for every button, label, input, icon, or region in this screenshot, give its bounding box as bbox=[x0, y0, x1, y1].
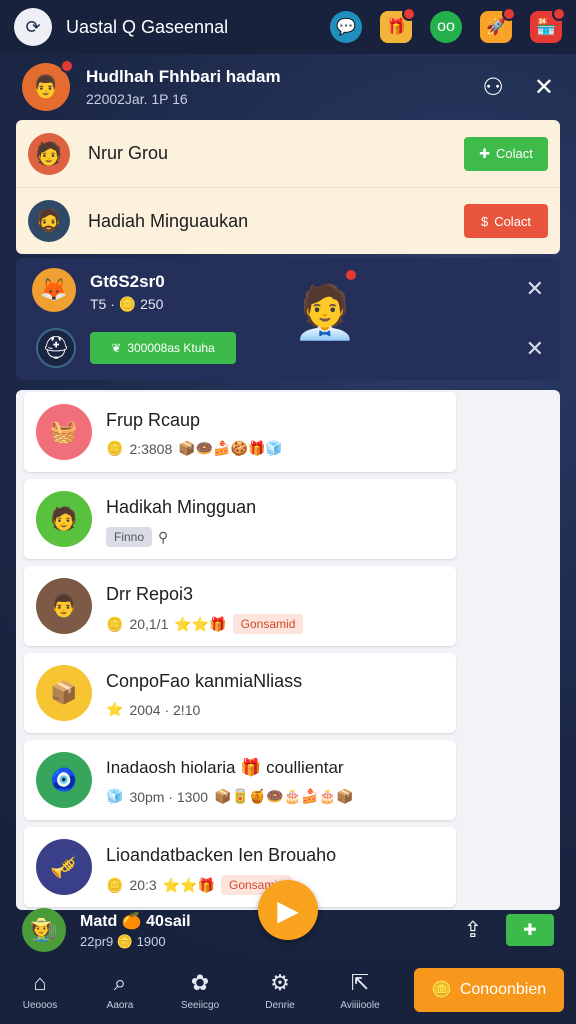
add-friend-button[interactable]: ✚ bbox=[506, 914, 554, 946]
home-icon: ⌂ bbox=[33, 969, 47, 995]
list-avatar: 🧿 bbox=[36, 752, 92, 808]
profile-header: 👨 Hudlhah Fhhbari hadam 22002Jar. 1P 16 … bbox=[0, 56, 576, 118]
list-avatar: 🎺 bbox=[36, 839, 92, 895]
list-avatar: 🧑 bbox=[36, 491, 92, 547]
group-row[interactable]: 🧑 Nrur Grou ✚ Colact bbox=[16, 120, 560, 187]
close-icon[interactable]: ✕ bbox=[526, 336, 544, 362]
profile-sub: 22002Jar. 1P 16 bbox=[86, 91, 188, 107]
weekly-label: Hadiah Minguaukan bbox=[88, 210, 249, 231]
list-item-title: Hadikah Mingguan bbox=[106, 497, 257, 517]
coin-icon: 🪙 bbox=[431, 982, 452, 999]
chat-icon: ✿ bbox=[190, 969, 210, 995]
rocket-icon[interactable]: 🚀 bbox=[480, 7, 516, 43]
gear-icon: ⚙ bbox=[270, 969, 290, 995]
plant-icon: ✚ bbox=[479, 145, 491, 161]
gift-icon[interactable]: 🎁 bbox=[380, 7, 416, 43]
collect-button[interactable]: ✚ Colact bbox=[464, 136, 548, 171]
export-icon: ⇱ bbox=[350, 969, 370, 995]
list-item[interactable]: 🧑 Hadikah Mingguan Finno ⚲ bbox=[24, 479, 456, 559]
notification-sub: T5 · 🪙 250 bbox=[90, 296, 164, 312]
helmet-icon: ⛑ bbox=[36, 328, 76, 368]
close-icon[interactable]: ✕ bbox=[534, 73, 554, 102]
list-item-sub: Finno ⚲ bbox=[106, 527, 168, 547]
nav-activity[interactable]: ⇱ Aviiiioole bbox=[320, 970, 400, 1011]
app-title: Uastal Q Gaseennal bbox=[66, 16, 229, 37]
list-item-title: Frup Rcaup bbox=[106, 410, 201, 430]
rewards-list: 🧺 Frup Rcaup 🪙 2:3808 📦🍩🍰🍪🎁🧊 🧑 Hadikah M… bbox=[16, 390, 560, 910]
list-avatar: 👨 bbox=[36, 578, 92, 634]
list-item-sub: 🪙 20,1/1 ⭐⭐🎁 Gonsamid bbox=[106, 614, 304, 634]
list-item-sub: 🪙 2:3808 📦🍩🍰🍪🎁🧊 bbox=[106, 440, 283, 457]
character-avatar: 🧑‍💼 bbox=[292, 268, 358, 352]
bottom-nav: ⌂ Ueooos ⌕ Aaora ✿ Seeiicgo ⚙ Denrie ⇱ Aviiii… bbox=[0, 956, 576, 1024]
collect-button-red[interactable]: $ Colact bbox=[464, 204, 548, 238]
nav-home[interactable]: ⌂ Ueooos bbox=[0, 970, 80, 1011]
nav-social[interactable]: ✿ Seeiicgo bbox=[160, 970, 240, 1011]
list-item-sub: 🧊 30pm · 1300 📦🥫🍯🍩🎂🍰🎂📦 bbox=[106, 788, 354, 805]
app-logo[interactable]: ⟳ bbox=[14, 8, 52, 46]
close-icon[interactable]: ✕ bbox=[526, 276, 544, 302]
notification-panel: 🦊 Gt6S2sr0 T5 · 🪙 250 ⛑ ❦ 300008as Ktuha … bbox=[16, 258, 560, 380]
profile-name: Hudlhah Fhhbari hadam bbox=[86, 67, 281, 86]
claim-button[interactable]: ❦ 300008as Ktuha bbox=[90, 332, 236, 364]
list-item-title: Lioandatbacken Ien Brouaho bbox=[106, 845, 337, 865]
list-avatar: 🧺 bbox=[36, 404, 92, 460]
continue-button[interactable]: 🪙 Conoonbien bbox=[414, 968, 564, 1012]
list-item[interactable]: 🧺 Frup Rcaup 🪙 2:3808 📦🍩🍰🍪🎁🧊 bbox=[24, 392, 456, 472]
avatar[interactable]: 🧑‍🌾 bbox=[22, 908, 66, 952]
list-item-title: ConpoFao kanmiaNliass bbox=[106, 671, 303, 691]
list-item[interactable]: 👨 Drr Repoi3 🪙 20,1/1 ⭐⭐🎁 Gonsamid bbox=[24, 566, 456, 646]
list-item-sub: ⭐ 2004 · 2!10 bbox=[106, 701, 201, 718]
binoculars-icon[interactable]: oo bbox=[430, 11, 462, 43]
list-item-title: Drr Repoi3 bbox=[106, 584, 194, 604]
store-icon[interactable]: 🏪 bbox=[530, 7, 566, 43]
mini-profile-name: Matd 🍊 40sail bbox=[80, 912, 191, 930]
link-icon: ⚲ bbox=[158, 528, 169, 545]
avatar[interactable]: 👨 bbox=[22, 59, 74, 111]
notification-title: Gt6S2sr0 bbox=[90, 272, 165, 291]
share-icon[interactable]: ⇪ bbox=[464, 917, 482, 943]
list-item[interactable]: 🎺 Lioandatbacken Ien Brouaho 🪙 20:3 ⭐⭐🎁 G… bbox=[24, 827, 456, 907]
notification-avatar: 🦊 bbox=[32, 268, 76, 312]
user-switch-icon[interactable]: ⚇ bbox=[482, 73, 504, 102]
list-item[interactable]: 🧿 Inadaosh hiolaria 🎁 coullientar 🧊 30pm… bbox=[24, 740, 456, 820]
nav-search[interactable]: ⌕ Aaora bbox=[80, 970, 160, 1011]
list-item[interactable]: 📦 ConpoFao kanmiaNliass ⭐ 2004 · 2!10 bbox=[24, 653, 456, 733]
group-avatar: 🧑 bbox=[28, 132, 70, 175]
play-button[interactable]: ▶ bbox=[258, 880, 318, 940]
coin-icon: $ bbox=[480, 213, 489, 229]
chat-icon[interactable]: 💬 bbox=[330, 11, 362, 43]
nav-settings[interactable]: ⚙ Denrie bbox=[240, 970, 320, 1011]
mini-profile-sub: 22pr9 🪙 1900 bbox=[80, 933, 166, 949]
leaf-icon: ❦ bbox=[111, 341, 122, 355]
list-avatar: 📦 bbox=[36, 665, 92, 721]
status-badge: Finno bbox=[106, 527, 153, 547]
top-bar: ⟳ Uastal Q Gaseennal 💬 🎁 oo 🚀 🏪 bbox=[0, 0, 576, 54]
list-item-title: Inadaosh hiolaria 🎁 coullientar bbox=[106, 758, 344, 777]
weekly-avatar: 🧔 bbox=[28, 200, 70, 242]
group-label: Nrur Grou bbox=[88, 143, 169, 163]
group-card: 🧑 Nrur Grou ✚ Colact 🧔 Hadiah Minguaukan … bbox=[16, 120, 560, 254]
search-icon: ⌕ bbox=[113, 969, 127, 995]
status-badge: Gonsamid bbox=[232, 614, 304, 634]
weekly-gift-row[interactable]: 🧔 Hadiah Minguaukan $ Colact bbox=[16, 187, 560, 254]
